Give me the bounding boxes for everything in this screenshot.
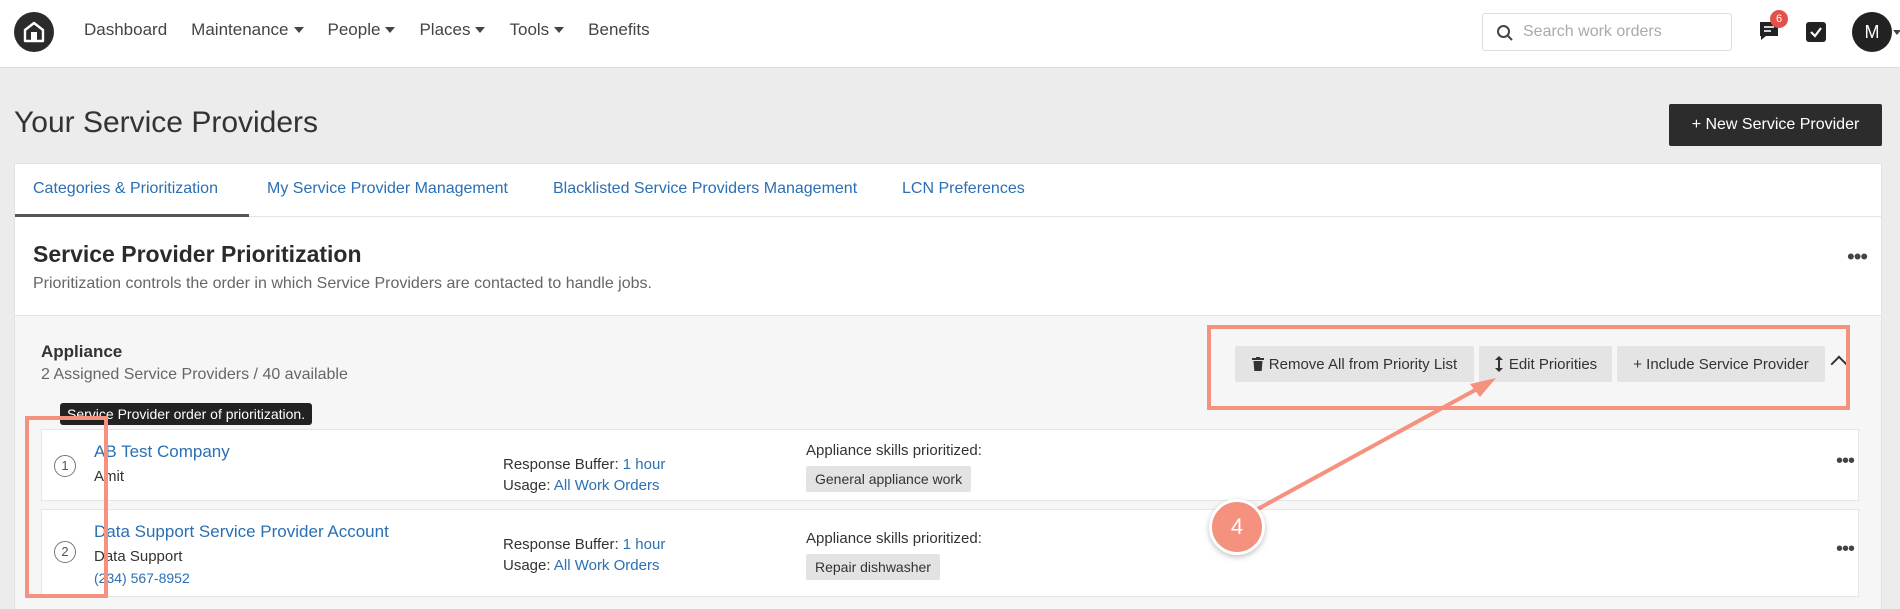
response-buffer: Response Buffer: 1 hour [503, 536, 665, 553]
usage-label: Usage: [503, 477, 554, 494]
provider-name-link[interactable]: Data Support Service Provider Account [94, 522, 389, 542]
nav-benefits[interactable]: Benefits [588, 20, 649, 40]
step-marker: 4 [1209, 499, 1265, 555]
usage-value[interactable]: All Work Orders [554, 557, 660, 574]
usage-value[interactable]: All Work Orders [554, 477, 660, 494]
skill-tag: Repair dishwasher [806, 554, 940, 580]
highlight-box-actions [1207, 325, 1850, 410]
caret-down-icon[interactable] [1893, 30, 1900, 35]
provider-row: 1 AB Test Company Amit Response Buffer: … [41, 429, 1859, 501]
usage: Usage: All Work Orders [503, 557, 659, 574]
highlight-box-ranks [25, 416, 108, 598]
nav-dashboard[interactable]: Dashboard [84, 20, 167, 40]
caret-down-icon [385, 27, 396, 33]
nav-tools-label: Tools [509, 20, 550, 39]
nav-maintenance[interactable]: Maintenance [191, 20, 304, 40]
provider-phone-link[interactable]: (234) 567-8952 [94, 570, 190, 586]
search-icon [1497, 25, 1513, 41]
nav-dashboard-label: Dashboard [84, 20, 168, 39]
tasks-check-icon[interactable] [1806, 22, 1826, 42]
response-buffer-value[interactable]: 1 hour [623, 536, 666, 553]
tab-my-service-provider-management[interactable]: My Service Provider Management [267, 180, 508, 198]
caret-down-icon [293, 27, 304, 33]
nav-places[interactable]: Places [419, 20, 486, 40]
section-title: Service Provider Prioritization [33, 241, 362, 267]
search-input[interactable] [1523, 22, 1723, 42]
nav-benefits-label: Benefits [588, 20, 650, 39]
provider-name-link[interactable]: AB Test Company [94, 442, 230, 462]
tab-blacklisted-service-providers[interactable]: Blacklisted Service Providers Management [553, 180, 857, 198]
more-options-icon[interactable]: ••• [1836, 450, 1855, 473]
nav-maintenance-label: Maintenance [191, 20, 289, 39]
response-buffer-value[interactable]: 1 hour [623, 456, 666, 473]
top-navigation-bar: Dashboard Maintenance People Places Tool… [0, 0, 1900, 68]
response-buffer-label: Response Buffer: [503, 536, 623, 553]
category-name: Appliance [41, 342, 123, 361]
usage-label: Usage: [503, 557, 554, 574]
new-service-provider-button[interactable]: + New Service Provider [1669, 104, 1882, 146]
tab-bar: Categories & Prioritization My Service P… [15, 164, 1881, 217]
nav-people[interactable]: People [328, 20, 396, 40]
nav-places-label: Places [419, 20, 471, 39]
more-options-icon[interactable]: ••• [1847, 244, 1868, 270]
more-options-icon[interactable]: ••• [1836, 538, 1855, 561]
nav-people-label: People [327, 20, 381, 39]
usage: Usage: All Work Orders [503, 477, 659, 494]
skills-label: Appliance skills prioritized: [806, 530, 982, 547]
notification-badge: 6 [1770, 10, 1788, 28]
home-logo-icon[interactable] [14, 12, 54, 52]
category-assigned-count: 2 Assigned Service Providers / 40 availa… [41, 366, 348, 383]
skills-label: Appliance skills prioritized: [806, 442, 982, 459]
active-tab-indicator [15, 214, 249, 217]
caret-down-icon [554, 27, 565, 33]
search-box [1482, 13, 1732, 51]
section-description: Prioritization controls the order in whi… [33, 275, 652, 292]
response-buffer-label: Response Buffer: [503, 456, 623, 473]
page-title: Your Service Providers [14, 106, 319, 139]
main-nav: Dashboard Maintenance People Places Tool… [84, 20, 650, 40]
skill-tag: General appliance work [806, 466, 972, 492]
tab-categories-prioritization[interactable]: Categories & Prioritization [33, 180, 218, 198]
tab-lcn-preferences[interactable]: LCN Preferences [902, 180, 1025, 198]
caret-down-icon [475, 27, 486, 33]
provider-row: 2 Data Support Service Provider Account … [41, 509, 1859, 597]
response-buffer: Response Buffer: 1 hour [503, 456, 665, 473]
user-avatar[interactable]: M [1852, 12, 1892, 52]
nav-tools[interactable]: Tools [509, 20, 565, 40]
